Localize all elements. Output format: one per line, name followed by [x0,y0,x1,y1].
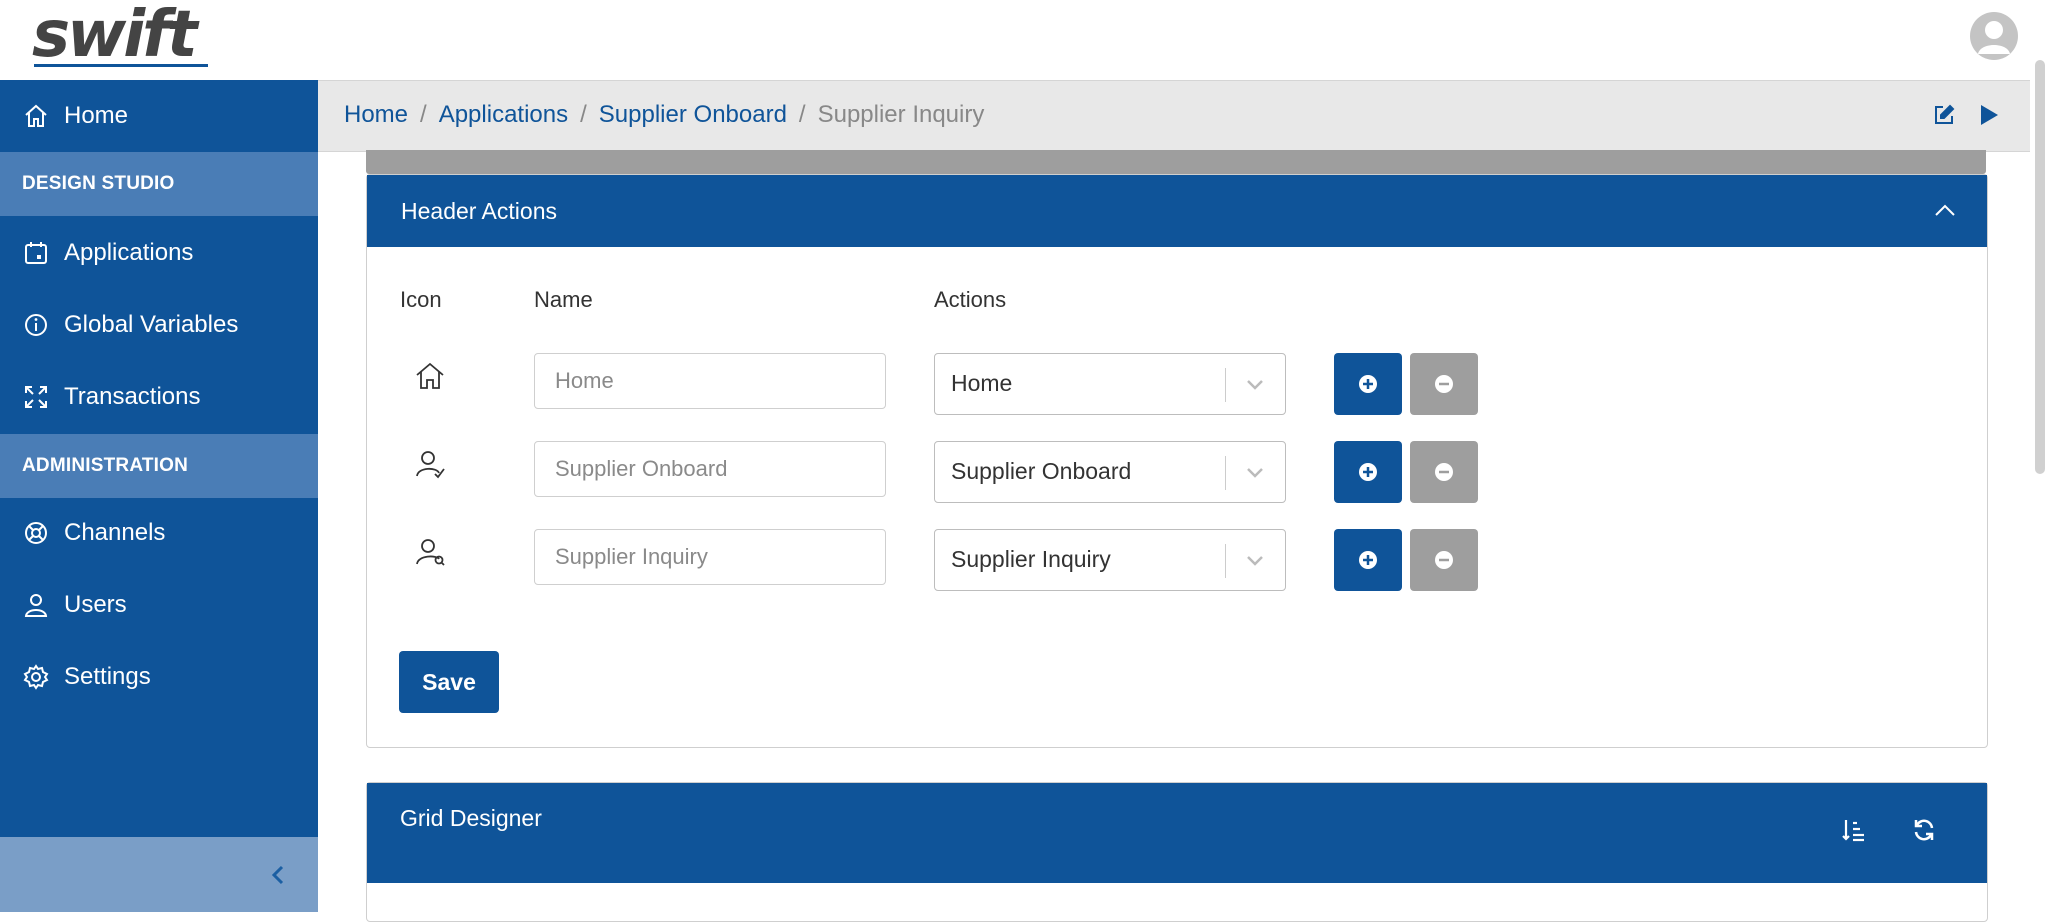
plus-circle-icon [1359,375,1377,393]
select-value: Home [951,370,1013,396]
sidebar: Home DESIGN STUDIO Applications Global V… [0,80,318,912]
plus-circle-icon [1359,463,1377,481]
play-icon[interactable] [1978,103,2000,132]
remove-row-button[interactable] [1410,353,1478,415]
sidebar-item-label: Home [64,102,129,129]
sidebar-item-label: Global Variables [64,311,239,338]
edit-icon[interactable] [1932,103,1956,132]
user-check-icon[interactable] [413,447,447,481]
sidebar-item-label: Applications [64,239,194,266]
name-input-row-1[interactable] [534,353,886,409]
select-separator [1225,368,1226,402]
column-header-actions: Actions [934,287,1007,312]
panel-title: Header Actions [401,197,557,224]
avatar-icon [1978,21,2010,54]
chevron-left-icon[interactable] [266,863,290,887]
breadcrumb-applications[interactable]: Applications [439,101,568,129]
breadcrumb-tools [1932,103,2000,132]
info-icon [22,311,50,339]
header-actions-header[interactable]: Header Actions [367,175,1987,247]
sidebar-item-settings[interactable]: Settings [0,641,318,713]
select-value: Supplier Inquiry [951,546,1111,572]
sidebar-item-label: Channels [64,519,166,546]
action-select-row-2[interactable]: Supplier Onboard [934,441,1286,503]
add-row-button[interactable] [1334,529,1402,591]
header-actions-panel: Header Actions Icon Name Actions Home Su… [366,174,1988,748]
column-header-name: Name [534,287,593,312]
minus-circle-icon [1435,463,1453,481]
grid-designer-header: Grid Designer [367,783,1987,883]
calendar-icon [22,239,50,267]
plus-circle-icon [1359,551,1377,569]
breadcrumb-bar: Home / Applications / Supplier Onboard /… [318,80,2030,152]
user-icon [22,591,50,619]
home-icon[interactable] [413,359,447,393]
expand-icon [22,383,50,411]
add-row-button[interactable] [1334,353,1402,415]
top-bar: swift [0,0,2048,80]
minus-circle-icon [1435,375,1453,393]
select-separator [1225,544,1226,578]
breadcrumb-supplier-onboard[interactable]: Supplier Onboard [599,101,787,129]
minus-circle-icon [1435,551,1453,569]
sidebar-item-global-variables[interactable]: Global Variables [0,289,318,361]
add-row-button[interactable] [1334,441,1402,503]
action-select-row-1[interactable]: Home [934,353,1286,415]
chevron-down-icon[interactable] [1243,548,1267,577]
user-avatar[interactable] [1970,12,2018,60]
scrollbar-thumb[interactable] [2035,60,2045,474]
home-icon [22,102,50,130]
sidebar-item-label: Transactions [64,383,201,410]
sidebar-item-home[interactable]: Home [0,80,318,152]
sidebar-item-label: Users [64,591,127,618]
select-separator [1225,456,1226,490]
remove-row-button[interactable] [1410,529,1478,591]
grid-designer-tools [1841,817,1937,849]
user-search-icon[interactable] [413,535,447,569]
sidebar-section-administration: ADMINISTRATION [0,434,318,498]
lifebuoy-icon [22,519,50,547]
name-input-row-2[interactable] [534,441,886,497]
gear-icon [22,663,50,691]
breadcrumb-separator: / [420,101,427,128]
refresh-icon[interactable] [1911,817,1937,849]
remove-row-button[interactable] [1410,441,1478,503]
breadcrumb-current: Supplier Inquiry [817,101,985,128]
breadcrumb-separator: / [580,101,587,128]
sidebar-section-design-studio: DESIGN STUDIO [0,152,318,216]
chevron-up-icon[interactable] [1933,199,1957,229]
logo-underline [34,64,208,67]
action-select-row-3[interactable]: Supplier Inquiry [934,529,1286,591]
sidebar-item-channels[interactable]: Channels [0,497,318,569]
sidebar-collapse-bar [0,837,318,912]
chevron-down-icon[interactable] [1243,372,1267,401]
sidebar-item-applications[interactable]: Applications [0,217,318,289]
sidebar-item-users[interactable]: Users [0,569,318,641]
swift-logo[interactable]: swift [32,2,198,68]
select-value: Supplier Onboard [951,458,1132,484]
breadcrumb-home[interactable]: Home [344,101,408,129]
save-button[interactable]: Save [399,651,499,713]
grid-designer-panel: Grid Designer [366,782,1988,922]
name-input-row-3[interactable] [534,529,886,585]
chevron-down-icon[interactable] [1243,460,1267,489]
breadcrumb-separator: / [798,101,806,128]
sidebar-item-label: Settings [64,663,151,690]
panel-title: Grid Designer [400,805,542,831]
previous-panel-edge [366,150,1986,174]
sidebar-item-transactions[interactable]: Transactions [0,361,318,433]
sort-icon[interactable] [1841,817,1867,849]
column-header-icon: Icon [400,287,442,312]
breadcrumb: Home / Applications / Supplier Onboard /… [344,101,984,129]
